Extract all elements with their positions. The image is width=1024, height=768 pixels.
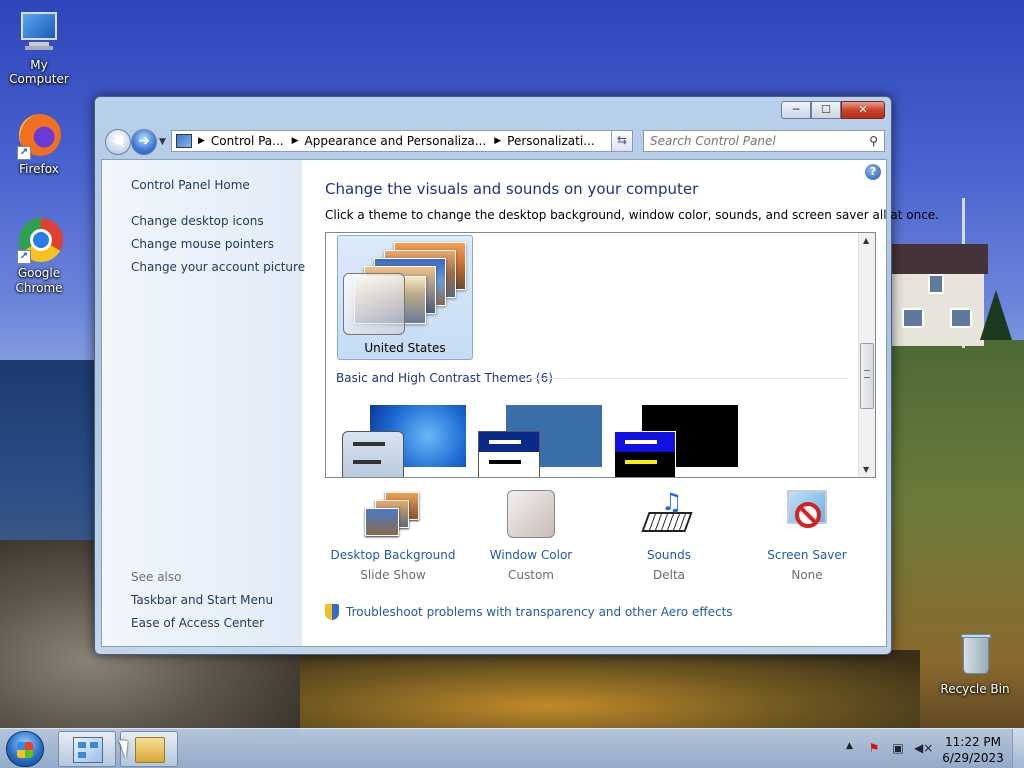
screen-saver-link[interactable]: Screen Saver — [732, 548, 882, 562]
address-bar[interactable]: ▶ Control Pa... ▶ Appearance and Persona… — [171, 130, 633, 152]
clock-date: 6/29/2023 — [942, 751, 1004, 765]
close-button[interactable]: ✕ — [841, 101, 885, 119]
action-center-flag-icon[interactable]: ⚑ — [866, 740, 882, 756]
troubleshoot-label[interactable]: Troubleshoot problems with transparency … — [346, 605, 733, 619]
scroll-down-icon[interactable]: ▼ — [863, 465, 869, 474]
shortcut-arrow-icon: ↗ — [17, 146, 31, 160]
page-subtitle: Click a theme to change the desktop back… — [325, 208, 939, 222]
firefox-icon: ↗ — [15, 112, 63, 160]
see-also-label: See also — [131, 570, 182, 584]
screen-saver-item[interactable]: Screen Saver None — [732, 490, 882, 582]
content-area: Control Panel Home Change desktop icons … — [101, 159, 939, 647]
wallpaper-house — [888, 244, 988, 346]
desktop-background-icon — [363, 490, 423, 542]
change-desktop-icons-link[interactable]: Change desktop icons — [131, 214, 264, 228]
start-button[interactable] — [6, 731, 44, 767]
window-color-item[interactable]: Window Color Custom — [456, 490, 606, 582]
wallpaper-tree — [980, 290, 1012, 340]
search-icon[interactable]: ⚲ — [869, 134, 878, 148]
desktop-icon-label: Recycle Bin — [940, 682, 1010, 696]
desktop-icon-label: Google Chrome — [15, 266, 63, 295]
caption-buttons: ─ ☐ ✕ — [781, 101, 885, 119]
windows-logo-icon — [17, 742, 33, 758]
sounds-link[interactable]: Sounds — [594, 548, 744, 562]
personalization-window[interactable]: ─ ☐ ✕ ◀ ➜ ▼ ▶ Control Pa... ▶ Appearance… — [94, 96, 939, 655]
clock-time: 11:22 PM — [945, 735, 1001, 749]
change-mouse-pointers-link[interactable]: Change mouse pointers — [131, 237, 274, 251]
show-hidden-icons-button[interactable]: ▲ — [846, 741, 853, 751]
breadcrumb-chevron-icon[interactable]: ▶ — [494, 136, 501, 146]
breadcrumb-chevron-icon[interactable]: ▶ — [292, 136, 299, 146]
forward-button[interactable]: ➜ — [131, 129, 157, 155]
system-clock[interactable]: 11:22 PM 6/29/2023 — [940, 734, 1006, 766]
sounds-value: Delta — [652, 568, 685, 582]
desktop-icon-label: My Computer — [9, 58, 69, 86]
computer-icon — [15, 8, 63, 56]
desktop-background-link[interactable]: Desktop Background — [318, 548, 468, 562]
window-glass-swatch — [343, 273, 405, 335]
desktop-background-value: Slide Show — [360, 568, 426, 582]
desktop-icon-label: Firefox — [19, 162, 59, 176]
breadcrumb-personalization[interactable]: Personalizati... — [507, 134, 594, 148]
volume-muted-icon[interactable]: ◀× — [914, 740, 933, 756]
sounds-item[interactable]: ♫ Sounds Delta — [594, 490, 744, 582]
taskbar: ▲ ⚑ ▣ ◀× 11:22 PM 6/29/2023 — [0, 728, 1024, 768]
taskbar-control-panel[interactable] — [58, 731, 116, 767]
breadcrumb-appearance[interactable]: Appearance and Personaliza... — [305, 134, 487, 148]
help-icon[interactable]: ? — [865, 164, 881, 180]
shield-icon — [325, 604, 339, 620]
ease-of-access-link[interactable]: Ease of Access Center — [131, 616, 264, 630]
window-color-link[interactable]: Window Color — [456, 548, 606, 562]
theme-united-states[interactable]: United States — [337, 235, 473, 360]
network-icon[interactable]: ▣ — [890, 740, 906, 756]
page-title: Change the visuals and sounds on your co… — [325, 180, 699, 198]
show-desktop-button[interactable] — [1012, 729, 1024, 768]
window-color-icon — [501, 490, 561, 542]
troubleshoot-link[interactable]: Troubleshoot problems with transparency … — [325, 604, 733, 620]
theme-gallery[interactable]: United States Basic and High Contrast Th… — [325, 232, 876, 478]
screen-saver-value: None — [791, 568, 823, 582]
control-panel-icon — [73, 737, 103, 763]
desktop-background-item[interactable]: Desktop Background Slide Show — [318, 490, 468, 582]
group-divider — [524, 378, 848, 379]
search-input[interactable] — [644, 131, 844, 151]
control-panel-home-link[interactable]: Control Panel Home — [131, 178, 250, 192]
refresh-button[interactable]: ⇆ — [611, 130, 633, 152]
desktop-icon-recycle-bin[interactable]: Recycle Bin — [937, 632, 1013, 696]
sounds-icon: ♫ — [639, 490, 699, 542]
scroll-up-icon[interactable]: ▲ — [863, 236, 869, 245]
search-box[interactable]: ⚲ — [643, 130, 885, 152]
desktop-icon-chrome[interactable]: ↗ Google Chrome — [1, 216, 77, 296]
maximize-button[interactable]: ☐ — [811, 101, 841, 119]
group-header: Basic and High Contrast Themes (6) — [336, 371, 553, 385]
breadcrumb-control-panel[interactable]: Control Pa... — [211, 134, 284, 148]
breadcrumb-chevron-icon[interactable]: ▶ — [198, 136, 205, 146]
recycle-bin-icon — [951, 632, 999, 680]
scrollbar-thumb[interactable] — [860, 343, 874, 409]
back-arrow-icon: ◀ — [112, 133, 124, 149]
desktop-icon-firefox[interactable]: ↗ Firefox — [1, 112, 77, 176]
back-button[interactable]: ◀ — [105, 129, 131, 155]
refresh-icon: ⇆ — [616, 133, 628, 147]
window-color-value: Custom — [508, 568, 554, 582]
recent-pages-dropdown[interactable]: ▼ — [159, 137, 166, 147]
folder-icon — [135, 737, 165, 763]
change-account-picture-link[interactable]: Change your account picture — [131, 260, 305, 274]
taskbar-start-menu-link[interactable]: Taskbar and Start Menu — [131, 593, 273, 607]
minimize-button[interactable]: ─ — [781, 101, 811, 119]
theme-label: United States — [364, 341, 446, 355]
shortcut-arrow-icon: ↗ — [17, 250, 31, 264]
left-pane: Control Panel Home Change desktop icons … — [102, 160, 305, 646]
screen-saver-icon — [777, 490, 837, 542]
wallpaper-flowers — [300, 650, 920, 730]
gallery-scrollbar[interactable]: ▲ ▼ — [858, 233, 875, 477]
control-panel-icon — [176, 134, 192, 148]
forward-arrow-icon: ➜ — [138, 133, 150, 149]
navigation-bar: ◀ ➜ ▼ ▶ Control Pa... ▶ Appearance and P… — [103, 129, 885, 155]
desktop-icon-my-computer[interactable]: My Computer — [1, 8, 77, 86]
chrome-icon: ↗ — [15, 216, 63, 264]
